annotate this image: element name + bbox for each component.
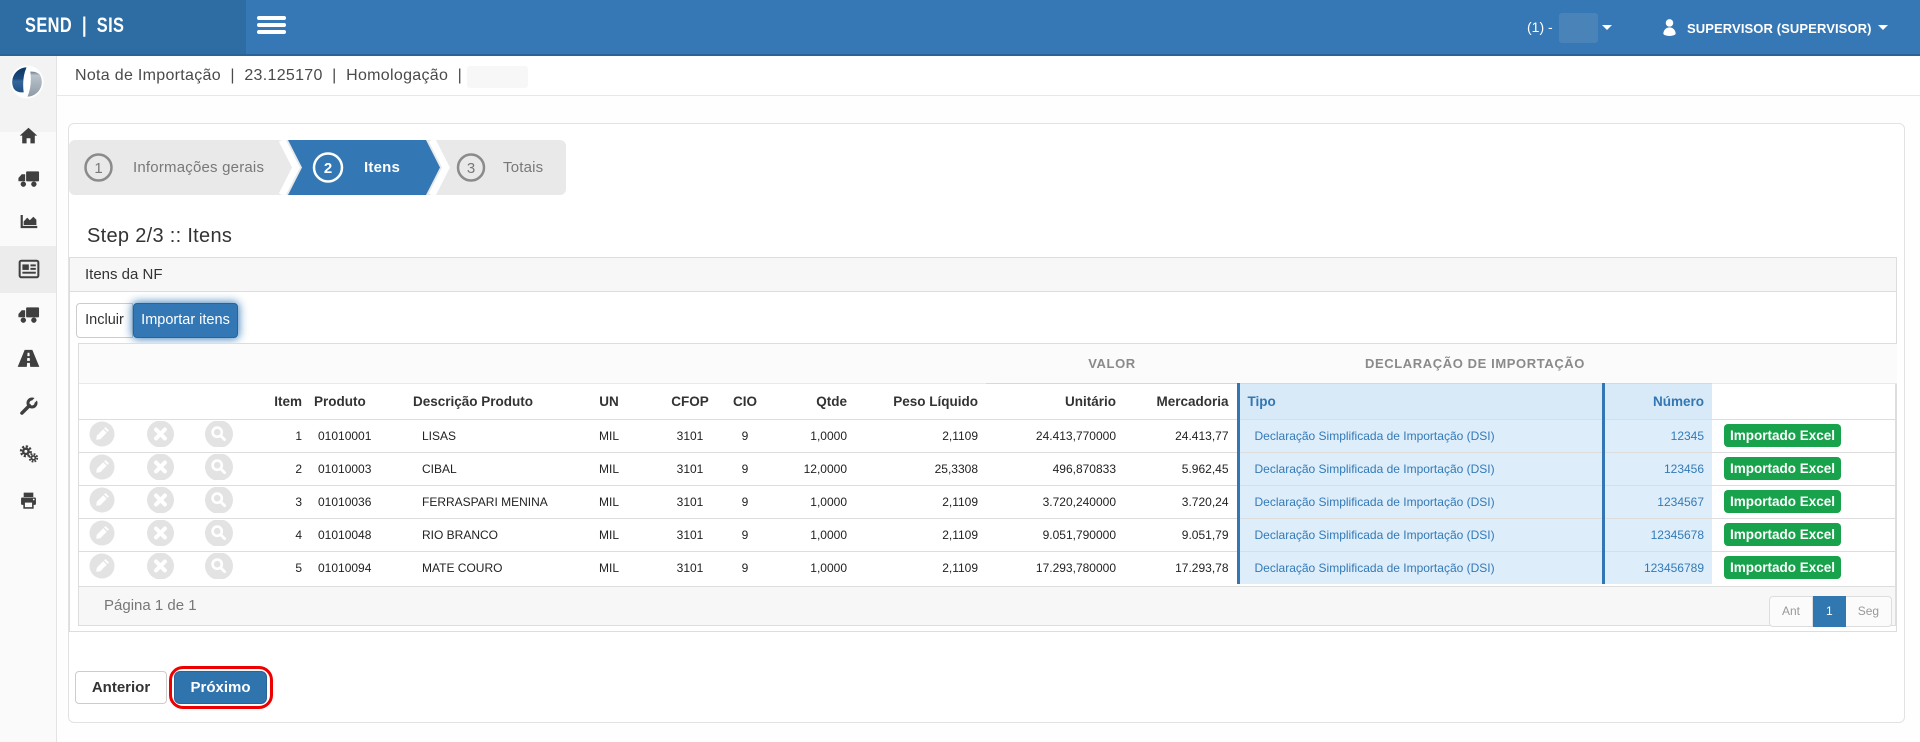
svg-text:1: 1 (94, 160, 102, 177)
svg-text:3: 3 (467, 160, 475, 177)
svg-text:2: 2 (324, 160, 332, 177)
